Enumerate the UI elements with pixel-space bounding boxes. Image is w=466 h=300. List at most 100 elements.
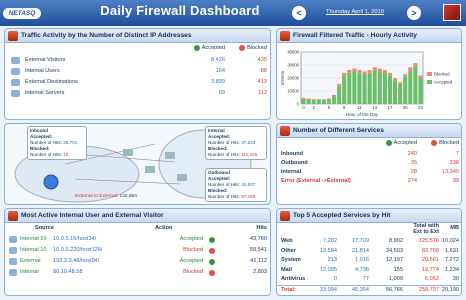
host-icon bbox=[11, 90, 20, 97]
active-hits: 43,760 bbox=[249, 236, 267, 242]
active-action: Accepted bbox=[179, 258, 203, 264]
bar-accepted bbox=[418, 78, 423, 104]
top-val-b: 45,354 bbox=[351, 286, 369, 293]
bar-blocked bbox=[408, 67, 413, 71]
hourly-chart: 0 10000 20000 30000 40000 0 2 5 8 11 14 17 20 23 Hour … bbox=[280, 50, 453, 118]
top-mb: 1,631 bbox=[445, 247, 459, 254]
bar-blocked bbox=[316, 99, 321, 101]
internal-box: Internal Accepted: Number of Hits: 37,634… bbox=[205, 126, 267, 160]
top-val-c: 1,009 bbox=[389, 276, 403, 282]
active-action: Accepted bbox=[179, 236, 203, 242]
bar-blocked bbox=[403, 74, 408, 77]
active-hits: 41,112 bbox=[250, 258, 267, 264]
legend-accepted: Accepted bbox=[434, 80, 453, 85]
hits-col-header: Hits bbox=[256, 225, 267, 231]
mb-col-header: MB bbox=[450, 225, 459, 231]
x-tick-label: 14 bbox=[372, 105, 377, 110]
active-source: 192.2.0.48/host94/ bbox=[53, 258, 100, 264]
x-tick-label: 23 bbox=[418, 105, 423, 110]
active-source: 10.0.0.220/host126/ bbox=[53, 247, 103, 253]
traffic-row: Internal Servers 89 112 bbox=[5, 89, 270, 98]
blocked-col-label: Blocked bbox=[247, 45, 267, 51]
bar-accepted bbox=[311, 100, 316, 104]
top-val-b: 1,016 bbox=[355, 257, 369, 263]
top-val-a: 7,202 bbox=[323, 238, 337, 244]
active-hits: 2,803 bbox=[253, 269, 267, 275]
ext-to-ext: External to External: 132,984 bbox=[75, 194, 137, 199]
top-val-c: 56,766 bbox=[385, 286, 403, 293]
panel-icon bbox=[280, 211, 290, 221]
bar-accepted bbox=[347, 72, 352, 104]
top-val-b: 21,814 bbox=[351, 247, 369, 254]
top-name: Other bbox=[281, 247, 296, 254]
next-day-button[interactable]: > bbox=[407, 6, 421, 20]
panel-icon bbox=[8, 211, 18, 221]
blocked-icon bbox=[209, 269, 215, 276]
services-header: Number of Different Services bbox=[277, 124, 461, 138]
top-val-b: 17,709 bbox=[351, 238, 369, 244]
active-row: Internal 10 10.0.0.15/host34/Accepted 43,7… bbox=[5, 235, 270, 244]
bar-accepted bbox=[367, 72, 372, 104]
bar-accepted bbox=[352, 71, 357, 104]
service-label: Inbound bbox=[281, 151, 304, 157]
bar-blocked bbox=[347, 69, 352, 73]
bar-blocked bbox=[393, 78, 398, 81]
panel-icon bbox=[280, 31, 290, 41]
x-tick-label: 5 bbox=[328, 105, 331, 110]
top-name: Web bbox=[281, 238, 293, 244]
top-val-c: 8,902 bbox=[389, 238, 403, 244]
computer-icon bbox=[165, 152, 175, 159]
user-icon bbox=[9, 269, 17, 276]
top-mb: 30 bbox=[452, 276, 459, 282]
top-row: Other 13,584 21,814 34,503 82,768 1,631 bbox=[277, 247, 461, 256]
accepted-col-label: Accepted bbox=[201, 45, 225, 51]
y-tick-label: 10000 bbox=[287, 89, 299, 94]
blocked-icon bbox=[431, 139, 438, 146]
active-row: External 192.2.0.48/host94/Accepted 41,112 bbox=[5, 257, 270, 266]
traffic-label: Internal Servers bbox=[25, 90, 65, 96]
traffic-activity-header: Traffic Activity by the Number of Distin… bbox=[5, 29, 270, 43]
top-name: Mail bbox=[281, 266, 292, 273]
top-total: 6,052 bbox=[425, 276, 439, 282]
top-val-c: 155 bbox=[393, 266, 403, 273]
bar-blocked bbox=[418, 75, 423, 78]
traffic-label: External Destinations bbox=[25, 79, 78, 85]
traffic-blocked: 435 bbox=[257, 57, 267, 63]
x-tick-label: 11 bbox=[357, 105, 362, 110]
service-label: Internal bbox=[281, 169, 302, 175]
top-total: 125,576 bbox=[418, 238, 439, 244]
hourly-activity-panel: Firewall Filtered Traffic - Hourly Activ… bbox=[276, 28, 462, 120]
service-label: Error (External ->External) bbox=[281, 178, 351, 184]
service-row: Internal 28 13,349 bbox=[277, 168, 461, 177]
traffic-blocked: 88 bbox=[260, 68, 267, 74]
traffic-accepted: 8,426 bbox=[211, 57, 225, 63]
x-tick-label: 8 bbox=[343, 105, 346, 110]
top-services-panel: Top 5 Accepted Services by Hit Total wit… bbox=[276, 208, 462, 296]
user-icon bbox=[9, 258, 17, 265]
prev-day-button[interactable]: < bbox=[292, 6, 306, 20]
service-accepted: 28 bbox=[410, 169, 417, 175]
x-tick-label: 2 bbox=[313, 105, 316, 110]
accepted-icon bbox=[209, 258, 215, 265]
bar-accepted bbox=[408, 70, 413, 104]
top-total: 20,561 bbox=[421, 257, 439, 263]
top-val-c: 34,503 bbox=[385, 247, 403, 254]
most-active-header: Most Active Internal User and External V… bbox=[5, 209, 270, 223]
top-val-c: 12,197 bbox=[385, 257, 403, 263]
services-panel: Number of Different Services Accepted Bl… bbox=[276, 123, 462, 205]
active-row: Internal 10 10.0.0.220/host126/Blocked 58,… bbox=[5, 246, 270, 255]
bar-accepted bbox=[413, 66, 418, 104]
date-link[interactable]: Thursday April 1, 2010 bbox=[310, 9, 400, 15]
hourly-activity-header: Firewall Filtered Traffic - Hourly Activ… bbox=[277, 29, 461, 43]
traffic-accepted: 164 bbox=[215, 68, 225, 74]
user-icon bbox=[9, 247, 17, 254]
service-row: Outbound 35 338 bbox=[277, 159, 461, 168]
globe-icon bbox=[43, 174, 59, 190]
computer-icon bbox=[123, 149, 133, 156]
traffic-row: Internal Users 164 88 bbox=[5, 67, 270, 76]
active-type: Internal 10 bbox=[20, 247, 47, 253]
y-tick-label: 20000 bbox=[287, 76, 299, 81]
legend-swatch-blocked bbox=[427, 72, 432, 76]
top-mb: 7,272 bbox=[445, 257, 459, 263]
top-val-a: 12,095 bbox=[319, 266, 337, 273]
